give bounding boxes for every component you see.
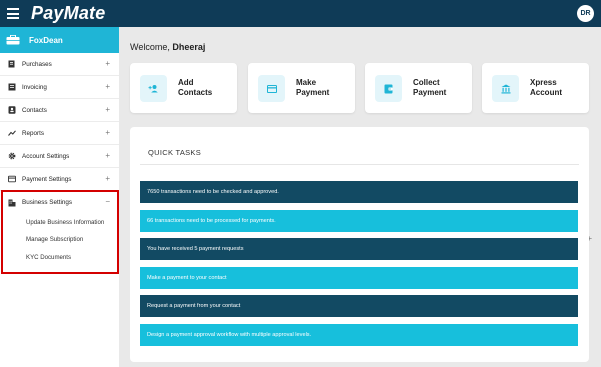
user-name: Dheeraj bbox=[172, 42, 206, 52]
expand-icon[interactable]: + bbox=[105, 59, 110, 68]
panel-title: QUICK TASKS bbox=[148, 148, 202, 157]
task-item[interactable]: 7650 transactions need to be checked and… bbox=[140, 181, 578, 203]
sidebar-item-invoicing[interactable]: Invoicing + bbox=[0, 76, 119, 99]
card-label: Payment bbox=[413, 88, 447, 97]
card-label: Contacts bbox=[178, 88, 213, 97]
sidebar-item-reports[interactable]: Reports + bbox=[0, 122, 119, 145]
bank-icon bbox=[492, 75, 519, 102]
invoice-icon bbox=[8, 83, 16, 91]
collect-payment-card[interactable]: Collect Payment bbox=[365, 63, 472, 113]
sidebar-item-account-settings[interactable]: Account Settings + bbox=[0, 145, 119, 168]
card-label: Xpress bbox=[530, 78, 557, 87]
expand-icon[interactable]: + bbox=[105, 174, 110, 183]
task-item[interactable]: Request a payment from your contact bbox=[140, 295, 578, 317]
expand-icon[interactable]: + bbox=[105, 128, 110, 137]
sidebar-item-label: Payment Settings bbox=[22, 175, 72, 183]
task-item[interactable]: You have received 5 payment requests bbox=[140, 238, 578, 260]
sidebar-item-label: Account Settings bbox=[22, 152, 70, 160]
card-label: Make bbox=[296, 78, 317, 87]
welcome-message: Welcome, Dheeraj bbox=[130, 42, 205, 52]
quick-tasks-panel: QUICK TASKS 7650 transactions need to be… bbox=[130, 127, 589, 362]
trend-icon bbox=[8, 129, 16, 137]
app-logo[interactable]: PayMate bbox=[31, 3, 105, 24]
sidebar-item-label: Contacts bbox=[22, 106, 47, 114]
welcome-prefix: Welcome, bbox=[130, 42, 170, 52]
cart-icon bbox=[8, 60, 16, 68]
briefcase-icon bbox=[6, 35, 20, 45]
sidebar-item-label: Purchases bbox=[22, 60, 52, 68]
card-icon bbox=[8, 175, 16, 183]
card-icon bbox=[258, 75, 285, 102]
sidebar-item-purchases[interactable]: Purchases + bbox=[0, 53, 119, 76]
sidebar-item-label: Reports bbox=[22, 129, 45, 137]
task-item[interactable]: Make a payment to your contact bbox=[140, 267, 578, 289]
task-item[interactable]: Design a payment approval workflow with … bbox=[140, 324, 578, 346]
divider bbox=[140, 164, 579, 165]
add-contact-icon bbox=[140, 75, 167, 102]
sidebar-item-contacts[interactable]: Contacts + bbox=[0, 99, 119, 122]
wallet-icon bbox=[375, 75, 402, 102]
highlight-box bbox=[1, 190, 119, 274]
user-avatar[interactable]: DR bbox=[577, 5, 594, 22]
org-header[interactable]: FoxDean bbox=[0, 27, 119, 53]
expand-icon[interactable]: + bbox=[105, 151, 110, 160]
make-payment-card[interactable]: Make Payment bbox=[248, 63, 355, 113]
org-name: FoxDean bbox=[29, 35, 63, 45]
card-label: Payment bbox=[296, 88, 330, 97]
sidebar-item-payment-settings[interactable]: Payment Settings + bbox=[0, 168, 119, 191]
sidebar-item-label: Invoicing bbox=[22, 83, 47, 91]
card-label: Account bbox=[530, 88, 562, 97]
top-bar: PayMate DR bbox=[0, 0, 601, 27]
card-label: Add bbox=[178, 78, 194, 87]
contacts-icon bbox=[8, 106, 16, 114]
task-item[interactable]: 66 transactions need to be processed for… bbox=[140, 210, 578, 232]
gear-icon bbox=[8, 152, 16, 160]
card-label: Collect bbox=[413, 78, 440, 87]
menu-icon[interactable] bbox=[7, 8, 19, 19]
expand-icon[interactable]: + bbox=[105, 105, 110, 114]
xpress-account-card[interactable]: Xpress Account bbox=[482, 63, 589, 113]
expand-icon[interactable]: + bbox=[105, 82, 110, 91]
add-contacts-card[interactable]: Add Contacts bbox=[130, 63, 237, 113]
